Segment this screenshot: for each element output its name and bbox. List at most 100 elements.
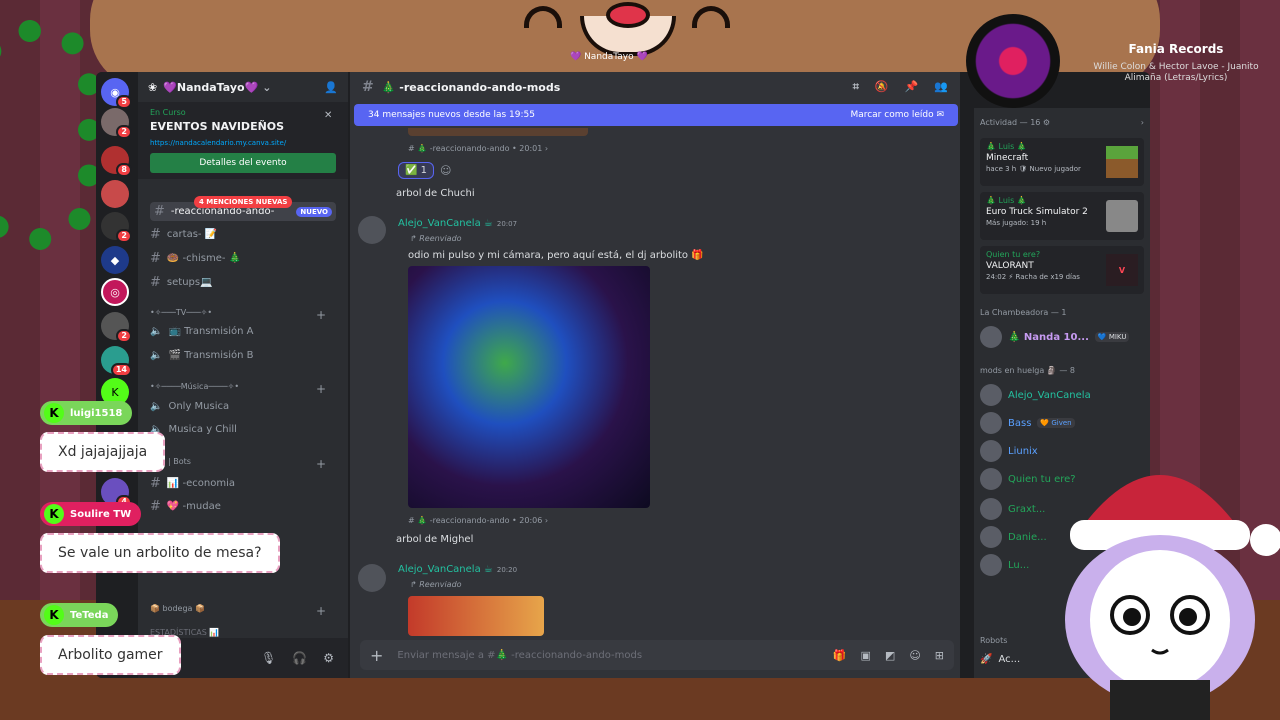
channel-item[interactable]: # 💖 -mudae (150, 499, 336, 514)
category-music[interactable]: •✧────Música────✧• + (150, 382, 336, 396)
add-channel-icon[interactable]: + (316, 382, 326, 396)
member-item[interactable]: Liunix (980, 440, 1038, 462)
channel-item[interactable]: # 🍩 -chisme- 🎄 (150, 251, 336, 266)
event-details-button[interactable]: Detalles del evento (150, 153, 336, 173)
activity-card[interactable]: Quien tu ere? VALORANT 24:02 ⚡ Racha de … (980, 246, 1144, 294)
chat-message: Se vale un arbolito de mesa? (40, 533, 280, 573)
minecraft-icon (1106, 146, 1138, 178)
voice-channel-item[interactable]: 🔈 Only Musica (150, 401, 336, 412)
server-icon[interactable]: ◆ (101, 246, 129, 274)
avatar (980, 498, 1002, 520)
forwarded-image[interactable] (408, 596, 544, 636)
add-channel-icon[interactable]: + (316, 308, 326, 322)
message-reference[interactable]: # 🎄 -reaccionando-ando • 20:06 › (408, 516, 548, 525)
member-item[interactable]: Lu... (980, 554, 1029, 576)
avatar (980, 468, 1002, 490)
kick-icon: K (44, 403, 64, 423)
server-icon[interactable] (101, 180, 129, 208)
event-link[interactable]: https://nandacalendario.my.canva.site/ (150, 139, 336, 147)
channel-item[interactable]: # 📊 -economia (150, 476, 336, 491)
new-messages-bar[interactable]: 34 mensajes nuevos desde las 19:55 Marca… (354, 104, 958, 126)
overlay-name: 💜 NandaTayo 💜 (570, 52, 648, 62)
mentions-badge[interactable]: 4 MENCIONES NUEVAS (194, 196, 293, 208)
event-title: EVENTOS NAVIDEÑOS (150, 120, 285, 133)
hash-icon: # (150, 275, 161, 290)
member-item[interactable]: 🚀 Ac... (980, 654, 1020, 665)
guild-name: 💜NandaTayo💜 (163, 80, 259, 94)
music-artist: Fania Records (1128, 42, 1224, 56)
emoji-icon[interactable]: ☺ (909, 649, 920, 662)
server-icon[interactable]: 14 (101, 346, 132, 377)
message-reference[interactable]: # 🎄 -reaccionando-ando • 20:01 › (408, 144, 548, 153)
category-stats[interactable]: ESTADÍSTICAS 📊 (150, 628, 336, 637)
reindeer-nose (606, 2, 650, 28)
christmas-tree-photo[interactable] (408, 266, 650, 508)
kick-icon: K (44, 605, 64, 625)
pin-icon[interactable]: 📌 (905, 80, 919, 94)
server-icon[interactable]: 8 (101, 146, 132, 177)
voice-channel-item[interactable]: 🔈 📺 Transmisión A (150, 326, 336, 337)
server-icon[interactable]: 2 (101, 212, 132, 243)
member-item[interactable]: 🎄 Nanda 10... 💙 MIKU (980, 326, 1130, 348)
gear-icon[interactable]: ⚙ (323, 651, 334, 665)
category-bodega[interactable]: 📦 bodega 📦 + (150, 604, 336, 618)
kick-icon: K (44, 504, 64, 524)
message-input[interactable]: + Enviar mensaje a #🎄 -reaccionando-ando… (360, 640, 954, 670)
discord-home-icon[interactable]: ◉ 5 (101, 78, 132, 109)
avatar[interactable] (358, 216, 386, 244)
activity-card[interactable]: 🎄 Luis 🎄 Minecraft hace 3 h 🛡 Nuevo juga… (980, 138, 1144, 186)
avatar (980, 526, 1002, 548)
channel-item[interactable]: # setups💻 (150, 275, 336, 290)
wreath-decoration (0, 20, 100, 250)
category-tv[interactable]: •✧───TV───✧• + (150, 308, 336, 322)
add-channel-icon[interactable]: + (316, 604, 326, 618)
discord-window: ◉5 2 8 2 ◆ ◎ 2 14 K 4 ❀ 💜NandaTayo💜 ⌄ 👤 … (96, 72, 1150, 678)
activity-card[interactable]: 🎄 Luis 🎄 Euro Truck Simulator 2 Más juga… (980, 192, 1144, 240)
add-channel-icon[interactable]: + (316, 457, 326, 471)
channel-item[interactable]: # cartas- 📝 (150, 227, 336, 242)
hash-icon: # (362, 79, 374, 95)
members-icon[interactable]: 👥 (934, 80, 948, 94)
vtuber-character (1065, 475, 1280, 720)
voice-channel-item[interactable]: 🔈 🎬 Transmisión B (150, 350, 336, 361)
event-status: En Curso (150, 108, 186, 117)
gif-icon[interactable]: ▣ (861, 649, 871, 662)
server-icon[interactable]: 2 (101, 108, 132, 139)
add-reaction-icon[interactable]: ☺ (440, 164, 451, 177)
member-group-header: Robots (980, 636, 1008, 645)
close-icon[interactable]: ✕ (324, 110, 332, 121)
avatar[interactable] (358, 564, 386, 592)
mark-read-button[interactable]: Marcar como leído ✉ (850, 110, 944, 120)
member-item[interactable]: Alejo_VanCanela (980, 384, 1091, 406)
voice-channel-item[interactable]: 🔈 Musica y Chill (150, 424, 336, 435)
add-attachment-icon[interactable]: + (370, 646, 383, 665)
mute-bell-icon[interactable]: 🔕 (875, 80, 889, 94)
headphones-icon[interactable]: 🎧 (292, 651, 307, 665)
event-card: En Curso EVENTOS NAVIDEÑOS https://nanda… (138, 102, 348, 179)
channel-name: 🍩 -chisme- 🎄 (166, 253, 242, 264)
speaker-icon: 🔈 (150, 401, 163, 412)
member-item[interactable]: Graxt... (980, 498, 1045, 520)
chat-message: Xd jajajajjaja (40, 432, 166, 472)
apps-icon[interactable]: ⊞ (935, 649, 944, 662)
message-author[interactable]: Alejo_VanCanela ☕ 20:07 (398, 218, 517, 229)
hash-icon: # (150, 227, 161, 242)
member-item[interactable]: Danie... (980, 526, 1047, 548)
music-title: Willie Colon & Hector Lavoe - Juanito Al… (1093, 62, 1259, 83)
avatar (980, 412, 1002, 434)
channel-name: 🎬 Transmisión B (168, 350, 254, 361)
avatar (980, 384, 1002, 406)
add-member-icon[interactable]: 👤 (324, 81, 338, 94)
server-icon[interactable]: ◎ (101, 278, 129, 306)
server-icon[interactable]: 2 (101, 312, 132, 343)
chevron-right-icon[interactable]: › (1141, 118, 1144, 127)
microphone-icon[interactable]: 🎙 (261, 651, 276, 665)
gift-icon[interactable]: 🎁 (833, 649, 847, 662)
message-author[interactable]: Alejo_VanCanela ☕ 20:20 (398, 564, 517, 575)
channel-sidebar: ❀ 💜NandaTayo💜 ⌄ 👤 En Curso EVENTOS NAVID… (138, 72, 348, 678)
guild-header[interactable]: ❀ 💜NandaTayo💜 ⌄ 👤 (138, 72, 348, 102)
category-bots[interactable]: | Bots + (168, 457, 336, 471)
reaction-checkmark[interactable]: ✅ 1 (398, 162, 434, 179)
threads-icon[interactable]: ⌗ (853, 80, 859, 94)
sticker-icon[interactable]: ◩ (885, 649, 895, 662)
